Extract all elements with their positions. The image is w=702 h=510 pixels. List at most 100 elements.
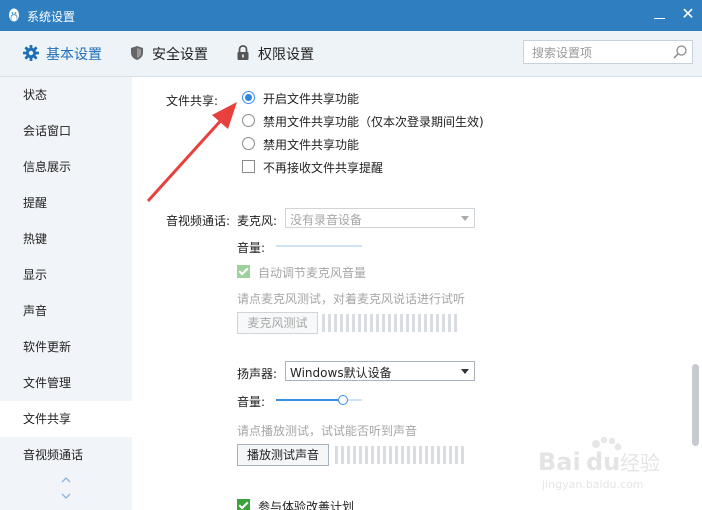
close-button[interactable]: ✕ <box>678 5 698 25</box>
meter-bar <box>370 314 373 332</box>
speaker-level-meter <box>335 446 465 464</box>
window-title: 系统设置 <box>27 10 76 24</box>
svg-text:jingyan.baidu.com: jingyan.baidu.com <box>541 478 644 491</box>
meter-bar <box>419 446 422 464</box>
title-bar: 系统设置 ✕ <box>0 0 702 31</box>
meter-bar <box>425 446 428 464</box>
sidebar-item-status[interactable]: 状态 <box>0 77 132 113</box>
tab-label: 安全设置 <box>152 47 208 63</box>
speaker-volume-slider-thumb[interactable] <box>338 395 348 405</box>
meter-bar <box>322 314 325 332</box>
sidebar-scroll-arrows-icon[interactable] <box>58 474 74 502</box>
meter-bar <box>352 314 355 332</box>
svg-text:经验: 经验 <box>620 451 660 475</box>
speaker-test-hint: 请点播放测试，试试能否听到声音 <box>237 424 418 438</box>
content-scrollbar[interactable] <box>689 77 702 510</box>
meter-bar <box>455 446 458 464</box>
meter-bar <box>418 314 421 332</box>
meter-bar <box>442 314 445 332</box>
meter-bar <box>401 446 404 464</box>
mic-test-button[interactable]: 麦克风测试 <box>237 312 318 334</box>
sidebar-item-reminder[interactable]: 提醒 <box>0 185 132 221</box>
meter-bar <box>431 446 434 464</box>
meter-bar <box>424 314 427 332</box>
meter-bar <box>383 446 386 464</box>
speaker-select[interactable]: Windows默认设备 <box>285 361 475 381</box>
settings-search-box[interactable] <box>523 40 693 64</box>
speaker-device-value: Windows默认设备 <box>290 366 392 380</box>
meter-bar <box>449 446 452 464</box>
meter-bar <box>377 446 380 464</box>
tab-basic-settings[interactable]: 基本设置 <box>22 43 102 65</box>
meter-bar <box>371 446 374 464</box>
meter-bar <box>395 446 398 464</box>
speaker-label: 扬声器: <box>237 367 278 381</box>
microphone-device-value: 没有录音设备 <box>290 213 363 227</box>
auto-adjust-mic-checkbox[interactable] <box>237 265 250 278</box>
meter-bar <box>394 314 397 332</box>
speaker-volume-fill <box>276 399 343 401</box>
checkbox-label: 参与体验改善计划 <box>258 500 355 510</box>
sidebar-item-software-update[interactable]: 软件更新 <box>0 329 132 365</box>
radio-label: 禁用文件共享功能 <box>263 138 360 152</box>
sidebar-item-av-call[interactable]: 音视频通话 <box>0 437 132 473</box>
red-arrow-annotation <box>146 102 237 203</box>
meter-bar <box>328 314 331 332</box>
meter-bar <box>364 314 367 332</box>
meter-bar <box>448 314 451 332</box>
meter-bar <box>461 446 464 464</box>
meter-bar <box>340 314 343 332</box>
meter-bar <box>353 446 356 464</box>
meter-bar <box>358 314 361 332</box>
tab-label: 基本设置 <box>46 47 102 63</box>
meter-bar <box>413 446 416 464</box>
tab-permission-settings[interactable]: 权限设置 <box>234 43 314 65</box>
meter-bar <box>376 314 379 332</box>
meter-bar <box>365 446 368 464</box>
tab-label: 权限设置 <box>258 47 314 63</box>
speaker-volume-label: 音量: <box>237 395 266 409</box>
sidebar-item-file-sharing[interactable]: 文件共享 <box>0 401 132 437</box>
meter-bar <box>412 314 415 332</box>
settings-sidebar: 状态 会话窗口 信息展示 提醒 热键 显示 声音 软件更新 文件管理 文件共享 … <box>0 77 132 510</box>
meter-bar <box>389 446 392 464</box>
sidebar-item-chat-window[interactable]: 会话窗口 <box>0 113 132 149</box>
sidebar-item-display[interactable]: 显示 <box>0 257 132 293</box>
scrollbar-thumb[interactable] <box>692 364 699 446</box>
radio-label: 开启文件共享功能 <box>263 92 360 106</box>
meter-bar <box>334 314 337 332</box>
meter-bar <box>341 446 344 464</box>
search-icon[interactable] <box>672 44 688 60</box>
lock-icon <box>237 45 249 60</box>
meter-bar <box>437 446 440 464</box>
meter-bar <box>388 314 391 332</box>
svg-text:Bai: Bai <box>538 448 581 476</box>
meter-bar <box>359 446 362 464</box>
baidu-jingyan-watermark: Bai du 经验 jingyan.baidu.com <box>538 436 660 491</box>
meter-bar <box>406 314 409 332</box>
sidebar-item-hotkeys[interactable]: 热键 <box>0 221 132 257</box>
tab-security-settings[interactable]: 安全设置 <box>128 43 208 65</box>
sidebar-item-sound[interactable]: 声音 <box>0 293 132 329</box>
experience-program-checkbox[interactable] <box>237 499 250 510</box>
mic-test-hint: 请点麦克风测试，对着麦克风说话进行试听 <box>237 292 466 306</box>
microphone-select[interactable]: 没有录音设备 <box>285 208 475 228</box>
meter-bar <box>407 446 410 464</box>
meter-bar <box>335 446 338 464</box>
gear-icon <box>23 45 39 61</box>
mic-volume-label: 音量: <box>237 241 266 255</box>
sidebar-item-file-management[interactable]: 文件管理 <box>0 365 132 401</box>
meter-bar <box>400 314 403 332</box>
sidebar-item-info-display[interactable]: 信息展示 <box>0 149 132 185</box>
chevron-down-icon <box>461 216 469 221</box>
minimize-button[interactable] <box>650 4 670 26</box>
checkbox-label: 自动调节麦克风音量 <box>258 266 367 280</box>
meter-bar <box>382 314 385 332</box>
mic-volume-slider[interactable] <box>276 245 362 247</box>
chevron-down-icon <box>461 369 469 374</box>
checkbox-label: 不再接收文件共享提醒 <box>263 161 384 175</box>
meter-bar <box>454 314 457 332</box>
search-input[interactable] <box>530 43 672 63</box>
mic-level-meter <box>322 314 462 332</box>
play-test-sound-button[interactable]: 播放测试声音 <box>237 444 329 466</box>
